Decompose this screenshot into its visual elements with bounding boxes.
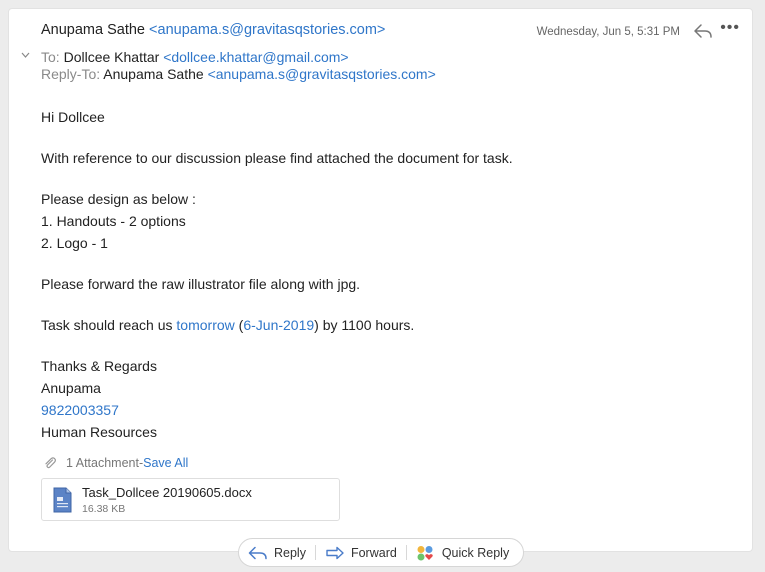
sender[interactable]: Anupama Sathe <anupama.s@gravitasqstorie… bbox=[41, 22, 385, 38]
message-body: Hi Dollcee With reference to our discuss… bbox=[41, 106, 731, 462]
chevron-down-icon[interactable] bbox=[21, 52, 30, 58]
signature-name: Anupama bbox=[41, 380, 101, 396]
date-link-tomorrow[interactable]: tomorrow bbox=[176, 317, 234, 333]
reply-to-name[interactable]: Anupama Sathe bbox=[103, 66, 203, 82]
message-date: Wednesday, Jun 5, 5:31 PM bbox=[536, 26, 680, 38]
signature: Thanks & Regards Anupama 9822003357 Huma… bbox=[41, 355, 731, 443]
attachment-summary: 1 Attachment - Save All bbox=[43, 456, 188, 470]
sender-name: Anupama Sathe bbox=[41, 22, 145, 38]
deadline-prefix: Task should reach us bbox=[41, 317, 177, 333]
greeting: Hi Dollcee bbox=[41, 109, 105, 125]
forward-label: Forward bbox=[350, 545, 397, 560]
more-options-icon[interactable]: ••• bbox=[720, 20, 740, 36]
reply-to-label: Reply-To: bbox=[41, 66, 101, 82]
to-email[interactable]: <dollcee.khattar@gmail.com> bbox=[163, 49, 348, 65]
deadline-paragraph: Task should reach us tomorrow (6-Jun-201… bbox=[41, 314, 731, 336]
attachment-file-size: 16.38 KB bbox=[82, 503, 126, 515]
sender-email[interactable]: <anupama.s@gravitasqstories.com> bbox=[149, 22, 385, 38]
list-item: 2. Logo - 1 bbox=[41, 235, 108, 251]
deadline-suffix: ) by 1100 hours. bbox=[314, 317, 415, 333]
signature-thanks: Thanks & Regards bbox=[41, 358, 157, 374]
attachment-file-name: Task_Dollcee 20190605.docx bbox=[82, 485, 252, 500]
signature-phone-link[interactable]: 9822003357 bbox=[41, 399, 731, 421]
paperclip-icon bbox=[45, 457, 56, 469]
design-list: Please design as below : 1. Handouts - 2… bbox=[41, 188, 731, 254]
save-all-link[interactable]: Save All bbox=[143, 456, 188, 470]
design-intro: Please design as below : bbox=[41, 191, 196, 207]
forward-arrow-icon bbox=[326, 546, 344, 559]
reply-button[interactable]: Reply bbox=[239, 539, 315, 566]
reply-to-line: Reply-To: Anupama Sathe <anupama.s@gravi… bbox=[41, 66, 436, 82]
body-paragraph: Please forward the raw illustrator file … bbox=[41, 276, 361, 292]
reply-to-email[interactable]: <anupama.s@gravitasqstories.com> bbox=[208, 66, 436, 82]
quick-reply-label: Quick Reply bbox=[441, 545, 510, 560]
attachment-count: 1 Attachment bbox=[66, 456, 139, 470]
to-line: To: Dollcee Khattar <dollcee.khattar@gma… bbox=[41, 49, 349, 65]
to-name[interactable]: Dollcee Khattar bbox=[64, 49, 160, 65]
quick-reply-button[interactable]: Quick Reply bbox=[407, 539, 518, 566]
quick-reply-emoji-icon bbox=[417, 545, 433, 560]
signature-department: Human Resources bbox=[41, 424, 157, 440]
reply-arrow-icon bbox=[248, 546, 267, 559]
word-document-icon bbox=[53, 487, 72, 513]
attachment-file[interactable]: Task_Dollcee 20190605.docx 16.38 KB bbox=[41, 478, 340, 521]
email-message-card: Anupama Sathe <anupama.s@gravitasqstorie… bbox=[8, 8, 753, 552]
to-label: To: bbox=[41, 49, 60, 65]
reply-label: Reply bbox=[274, 545, 306, 560]
date-link-jun6[interactable]: 6-Jun-2019 bbox=[243, 317, 314, 333]
reply-icon[interactable] bbox=[693, 23, 713, 39]
body-paragraph: With reference to our discussion please … bbox=[41, 150, 513, 166]
forward-button[interactable]: Forward bbox=[316, 539, 406, 566]
message-actions-bar: Reply Forward Quick Reply bbox=[238, 538, 524, 567]
list-item: 1. Handouts - 2 options bbox=[41, 213, 186, 229]
